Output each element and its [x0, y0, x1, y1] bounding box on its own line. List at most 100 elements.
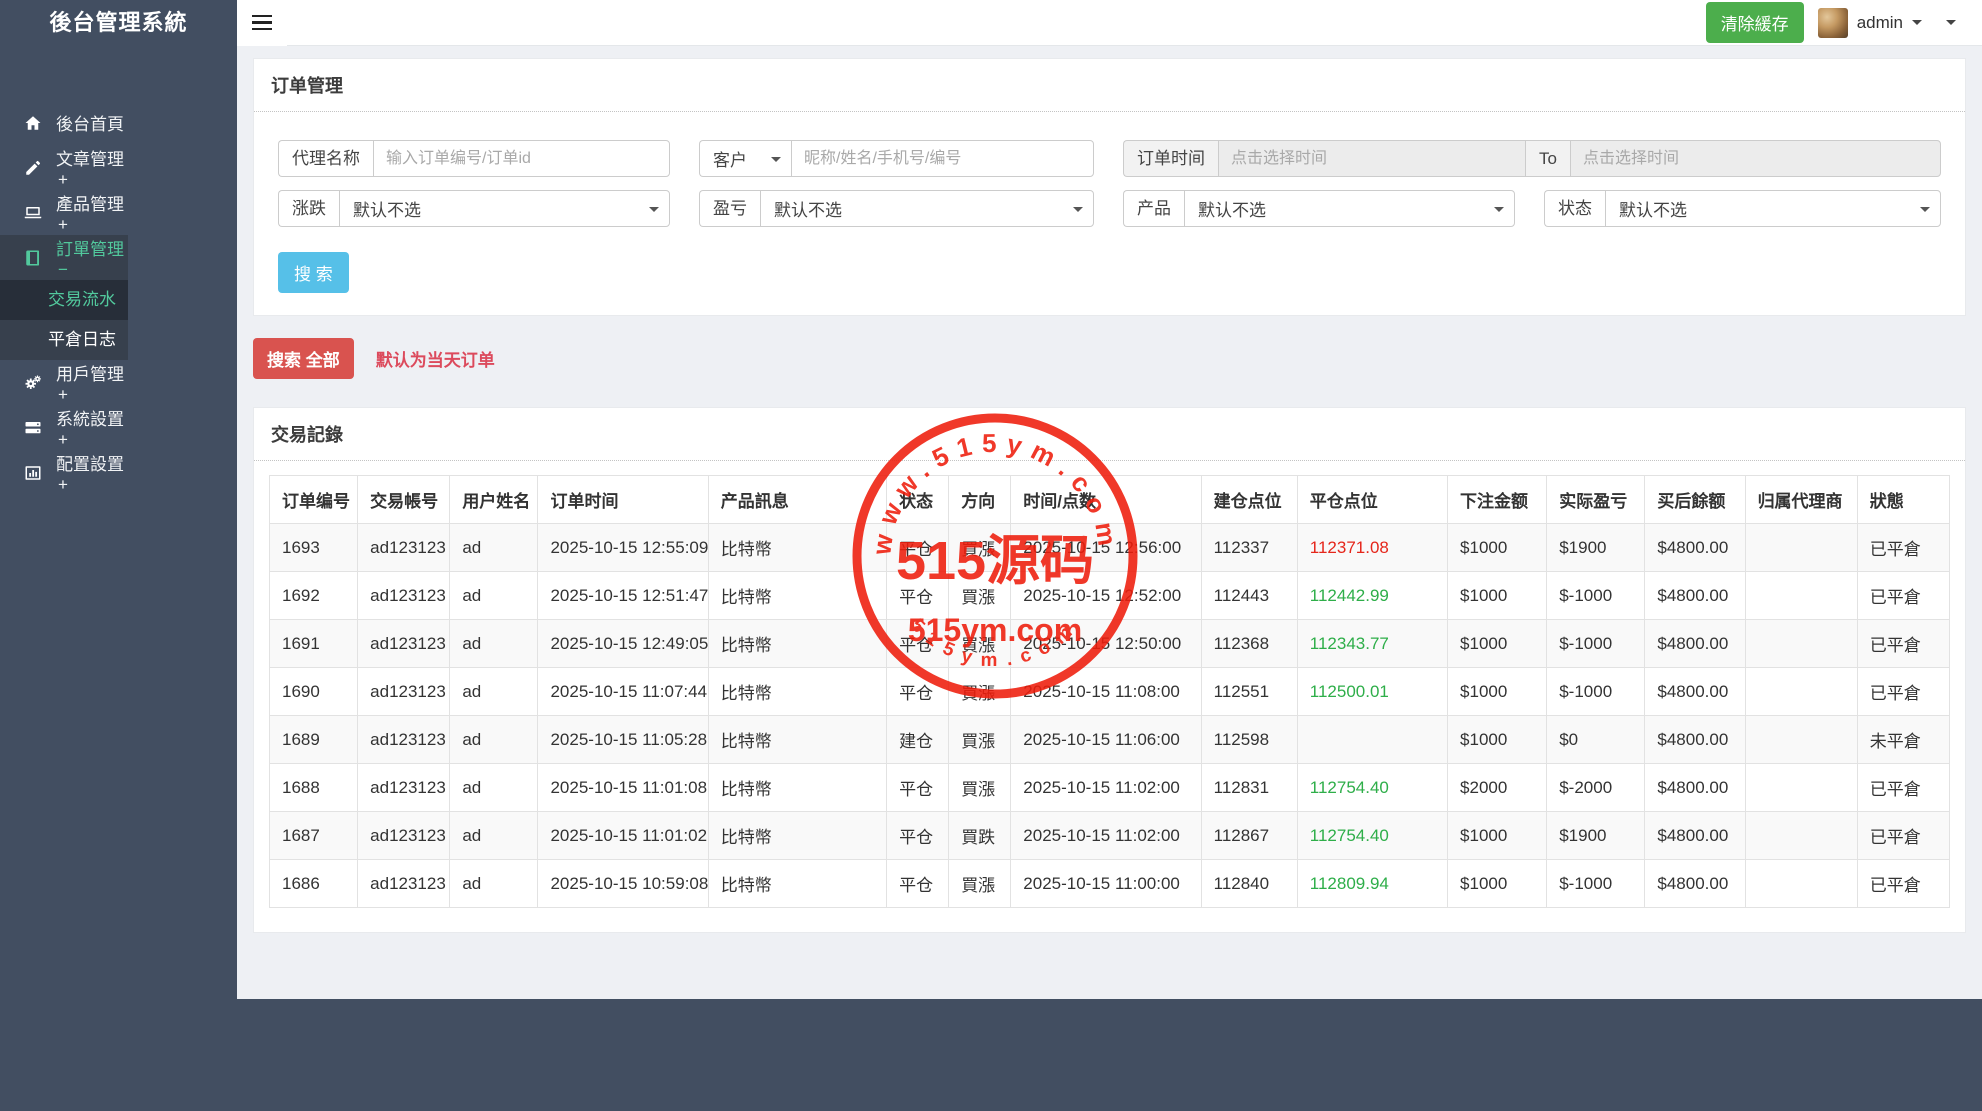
cell-account: ad123123 — [357, 859, 451, 908]
column-header: 平仓点位 — [1296, 475, 1449, 524]
cell-order_time: 2025-10-15 12:51:47 — [537, 571, 709, 620]
cell-point_time: 2025-10-15 11:02:00 — [1010, 811, 1202, 860]
cell-status: 未平倉 — [1856, 715, 1951, 764]
gears-icon — [24, 374, 42, 392]
profit-select[interactable]: 默认不选 — [760, 190, 1094, 227]
sidebar-subitem[interactable]: 平倉日志 — [0, 320, 128, 360]
cell-status: 已平倉 — [1856, 619, 1951, 668]
user-dropdown[interactable]: admin — [1817, 7, 1922, 38]
cell-bet_amount: $1000 — [1447, 571, 1548, 620]
cell-agent — [1744, 715, 1858, 764]
profit-filter-group: 盈亏 默认不选 — [699, 190, 1094, 227]
cell-state: 平仓 — [886, 571, 950, 620]
cell-product: 比特幣 — [707, 523, 888, 572]
cell-order_time: 2025-10-15 10:59:08 — [537, 859, 709, 908]
cell-agent — [1744, 811, 1858, 860]
records-table: 订单编号 交易帳号 用户姓名 订单时间 产品訊息 状态 方向 时间/点数 建仓点位 平仓点位 下注金… — [268, 475, 1951, 908]
sidebar-item-label: 訂單管理 − — [56, 240, 124, 279]
cell-balance_after: $4800.00 — [1644, 619, 1746, 668]
cell-user_name: ad — [449, 571, 539, 620]
cell-open_point: 112598 — [1200, 715, 1298, 764]
cell-direction: 買漲 — [948, 715, 1012, 764]
sidebar-item-label: 後台首頁 — [56, 115, 124, 134]
order-time-label: 订单时间 — [1123, 140, 1218, 177]
cell-open_point: 112831 — [1200, 763, 1298, 812]
cell-product: 比特幣 — [707, 715, 888, 764]
sidebar-item-laptop[interactable]: 產品管理 + — [0, 190, 128, 235]
table-row: 1686 ad123123 ad 2025-10-15 10:59:08 比特幣 平仓 買漲… — [268, 859, 1951, 908]
records-table-wrap: 订单编号 交易帳号 用户姓名 订单时间 产品訊息 状态 方向 时间/点数 建仓点位 平仓点位 下注金… — [254, 461, 1965, 932]
cell-direction: 買漲 — [948, 619, 1012, 668]
sidebar-item-pencil[interactable]: 文章管理 + — [0, 145, 128, 190]
column-header: 订单编号 — [268, 475, 359, 524]
cell-point_time: 2025-10-15 11:08:00 — [1010, 667, 1202, 716]
clear-cache-button[interactable]: 清除緩存 — [1705, 2, 1804, 43]
cell-user_name: ad — [449, 523, 539, 572]
sidebar-item-chart[interactable]: 配置設置 + — [0, 450, 128, 495]
cell-actual_pl: $1900 — [1546, 811, 1646, 860]
cell-bet_amount: $1000 — [1447, 523, 1548, 572]
sidebar-item-book[interactable]: 訂單管理 − — [0, 235, 128, 280]
sidebar-item-home[interactable]: 後台首頁 — [0, 100, 128, 145]
cell-direction: 買漲 — [948, 571, 1012, 620]
cell-balance_after: $4800.00 — [1644, 667, 1746, 716]
cell-open_point: 112368 — [1200, 619, 1298, 668]
search-all-button[interactable]: 搜索 全部 — [253, 338, 354, 379]
table-header-row: 订单编号 交易帳号 用户姓名 订单时间 产品訊息 状态 方向 时间/点数 建仓点位 平仓点位 下注金… — [268, 475, 1951, 524]
sidebar-item-gears[interactable]: 用戶管理 + — [0, 360, 128, 405]
book-icon — [24, 249, 42, 267]
cell-product: 比特幣 — [707, 571, 888, 620]
table-row: 1690 ad123123 ad 2025-10-15 11:07:44 比特幣 平仓 買漲… — [268, 667, 1951, 716]
updown-select[interactable]: 默认不选 — [339, 190, 670, 227]
cell-direction: 買漲 — [948, 859, 1012, 908]
status-filter-group: 状态 默认不选 — [1544, 190, 1941, 227]
cell-close_point — [1296, 715, 1449, 764]
customer-select[interactable]: 客户 — [699, 140, 791, 177]
cell-order_time: 2025-10-15 11:01:08 — [537, 763, 709, 812]
chevron-down-icon[interactable] — [1946, 20, 1956, 25]
sidebar-subitem[interactable]: 交易流水 — [0, 280, 128, 320]
app-wrapper: 後台管理系統 後台首頁 文章管理 + 產品管理 + 訂單管理 − 交易流水 平倉日志 用戶管… — [0, 0, 1982, 999]
search-button[interactable]: 搜 索 — [278, 252, 349, 293]
cell-user_name: ad — [449, 619, 539, 668]
status-label: 状态 — [1544, 190, 1605, 227]
cell-close_point: 112343.77 — [1296, 619, 1449, 668]
column-header: 下注金额 — [1447, 475, 1548, 524]
status-select[interactable]: 默认不选 — [1605, 190, 1941, 227]
sidebar-item-label: 產品管理 + — [56, 195, 124, 234]
customer-input[interactable] — [791, 140, 1094, 177]
product-select[interactable]: 默认不选 — [1184, 190, 1515, 227]
sidebar-section: 產品管理 + — [0, 190, 128, 235]
cell-account: ad123123 — [357, 571, 451, 620]
order-filter-panel: 订单管理 代理名称 客户 — [253, 58, 1966, 316]
cell-open_point: 112840 — [1200, 859, 1298, 908]
hamburger-menu-icon[interactable] — [237, 0, 287, 46]
cell-bet_amount: $1000 — [1447, 859, 1548, 908]
chevron-down-icon — [649, 207, 659, 212]
sidebar-section: 配置設置 + — [0, 450, 128, 495]
cell-close_point: 112809.94 — [1296, 859, 1449, 908]
table-row: 1688 ad123123 ad 2025-10-15 11:01:08 比特幣 平仓 買漲… — [268, 763, 1951, 812]
topbar-right: 清除緩存 admin — [1705, 2, 1982, 43]
cell-account: ad123123 — [357, 619, 451, 668]
cell-balance_after: $4800.00 — [1644, 715, 1746, 764]
cell-agent — [1744, 667, 1858, 716]
time-to-input[interactable] — [1569, 140, 1941, 177]
cell-order_time: 2025-10-15 12:49:05 — [537, 619, 709, 668]
agent-input[interactable] — [373, 140, 670, 177]
cell-balance_after: $4800.00 — [1644, 763, 1746, 812]
sidebar-item-server[interactable]: 系統設置 + — [0, 405, 128, 450]
cell-user_name: ad — [449, 763, 539, 812]
cell-status: 已平倉 — [1856, 859, 1951, 908]
cell-bet_amount: $1000 — [1447, 619, 1548, 668]
cell-bet_amount: $2000 — [1447, 763, 1548, 812]
cell-close_point: 112371.08 — [1296, 523, 1449, 572]
pencil-icon — [24, 159, 42, 177]
cell-agent — [1744, 859, 1858, 908]
cell-balance_after: $4800.00 — [1644, 571, 1746, 620]
profit-label: 盈亏 — [699, 190, 760, 227]
sidebar-item-label: 文章管理 + — [56, 150, 124, 189]
cell-order_time: 2025-10-15 11:01:02 — [537, 811, 709, 860]
time-from-input[interactable] — [1218, 140, 1526, 177]
sidebar-item-label: 配置設置 + — [56, 455, 124, 494]
